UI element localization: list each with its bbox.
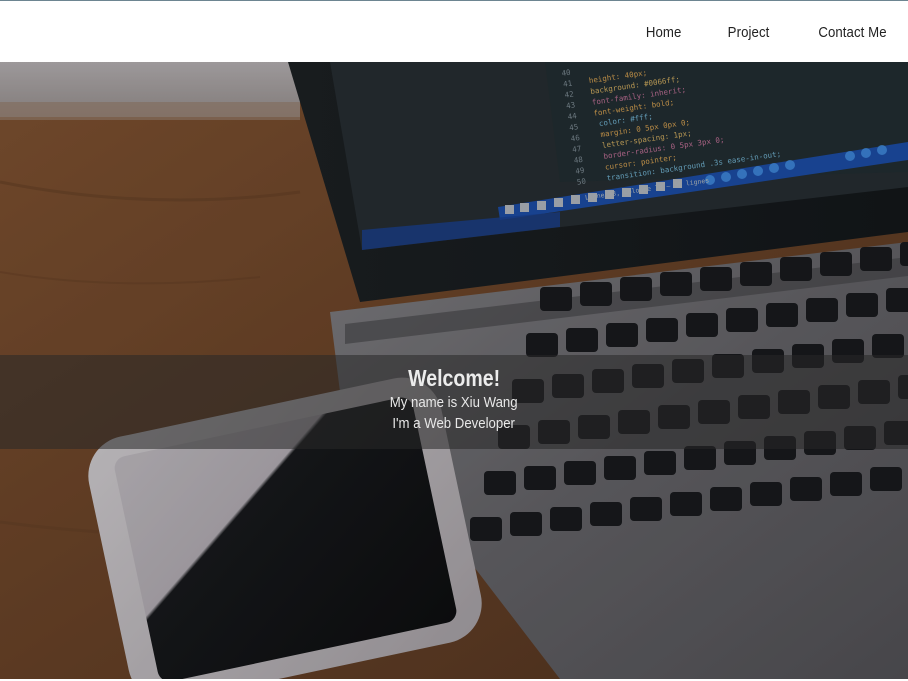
intro-role-text: I'm a Web Developer [392, 415, 516, 432]
nav-links: Home Project Contact Me [641, 1, 887, 63]
welcome-banner: Welcome! My name is Xiu Wang I'm a Web D… [0, 355, 908, 449]
nav-link-project[interactable]: Project [728, 24, 770, 41]
top-navbar: Home Project Contact Me [0, 0, 908, 62]
welcome-heading: Welcome! [408, 365, 500, 391]
hero-section: 40 41 42 43 44 45 46 47 48 49 50 height: 40px; backg… [0, 62, 908, 679]
nav-link-home[interactable]: Home [646, 24, 682, 41]
intro-name-text: My name is Xiu Wang [390, 394, 518, 411]
nav-link-contact[interactable]: Contact Me [819, 24, 887, 41]
